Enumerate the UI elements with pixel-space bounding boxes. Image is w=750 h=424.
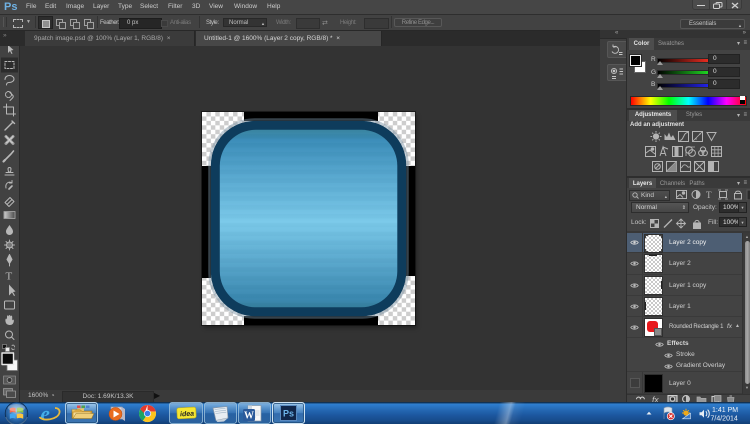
svg-text:T: T <box>6 271 13 283</box>
svg-text:Ps: Ps <box>283 409 294 419</box>
svg-text:e: e <box>41 402 50 424</box>
svg-text:7/4/2014: 7/4/2014 <box>711 416 738 423</box>
svg-text:W: W <box>244 411 254 422</box>
svg-text:idea: idea <box>180 411 194 419</box>
svg-text:T: T <box>706 190 712 200</box>
svg-text:1:41 PM: 1:41 PM <box>712 407 738 414</box>
